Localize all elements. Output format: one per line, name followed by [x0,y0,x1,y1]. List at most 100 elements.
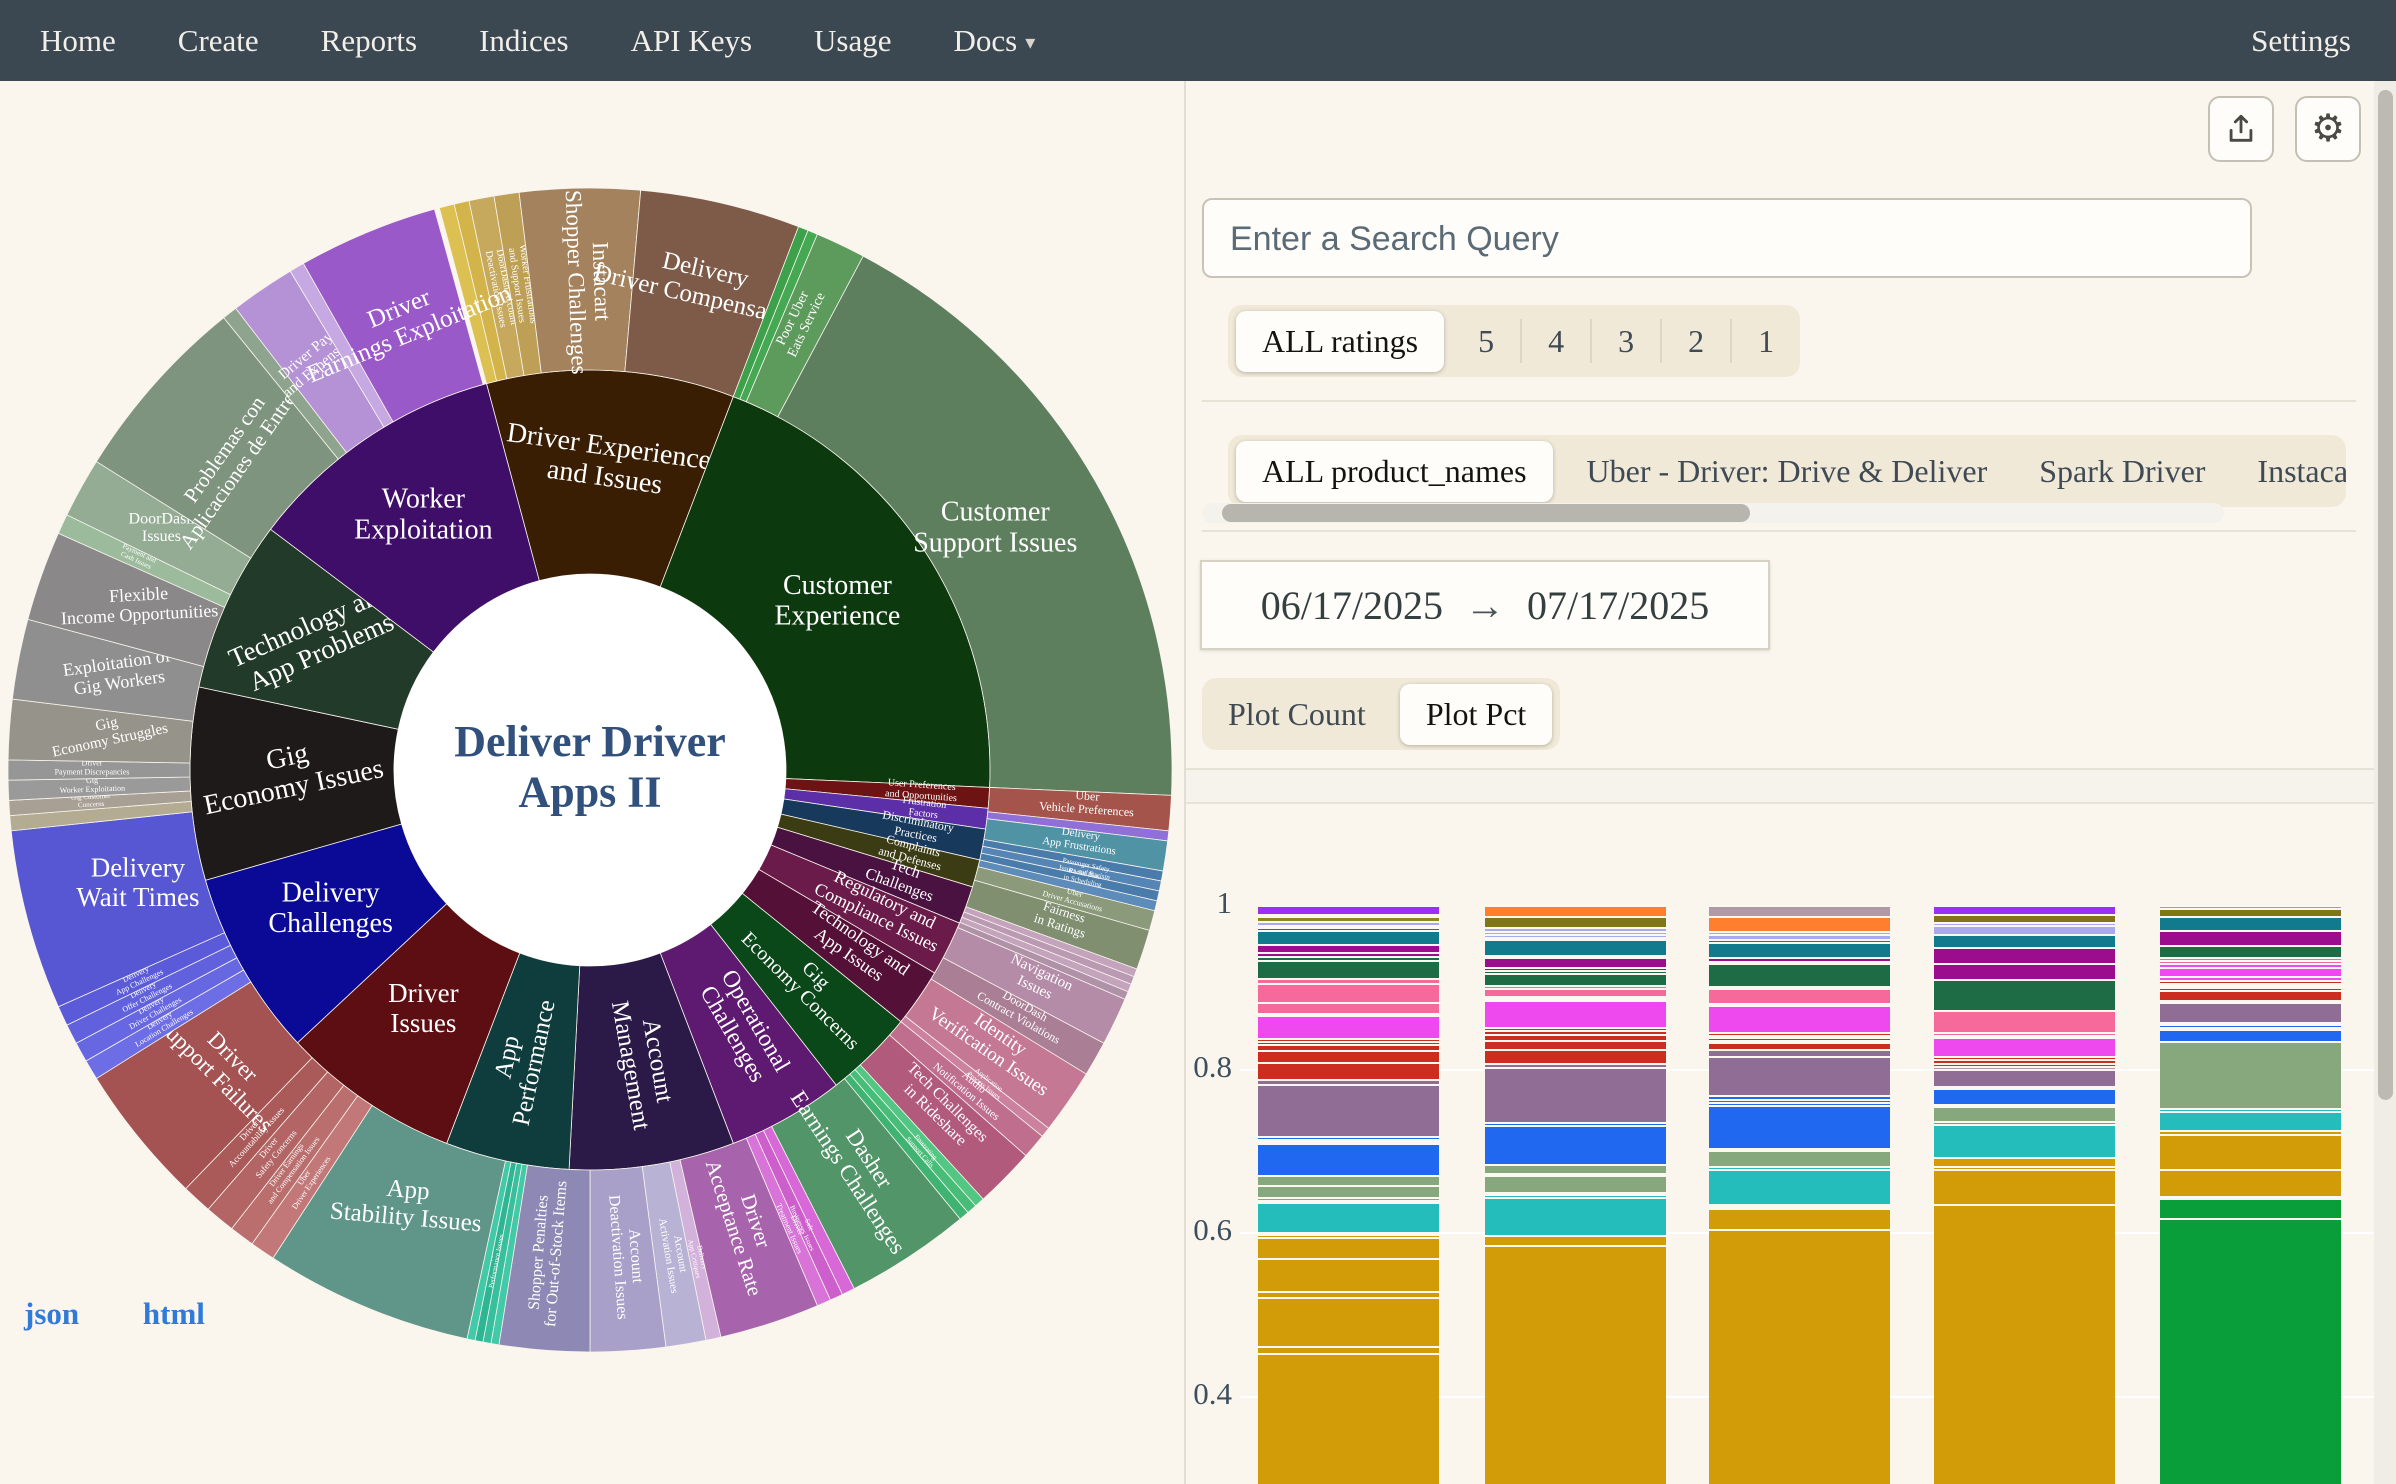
share-button[interactable] [2208,96,2274,162]
bar-segment[interactable] [1934,963,2115,979]
bar-segment[interactable] [1709,1056,1890,1095]
bar-segment[interactable] [1485,1000,1666,1027]
bar-segment[interactable] [2160,1218,2341,1484]
bar-segment[interactable] [1709,942,1890,958]
bar-segment[interactable] [1258,1143,1439,1174]
nav-reports[interactable]: Reports [321,23,417,59]
bar-1[interactable] [1258,905,1439,1484]
bar-segment[interactable] [1258,1062,1439,1079]
bar-segment[interactable] [2160,1198,2341,1218]
ratings-option-2[interactable]: 2 [1662,313,1730,370]
bar-segment[interactable] [1485,905,1666,916]
ratings-option-5[interactable]: 5 [1452,313,1520,370]
page-scrollbar-thumb[interactable] [2378,90,2393,1100]
bar-segment[interactable] [1934,1157,2115,1167]
bar-segment[interactable] [1934,1169,2115,1204]
bar-segment[interactable] [1258,1353,1439,1484]
plot-count-option[interactable]: Plot Count [1202,686,1392,743]
bar-segment[interactable] [1485,1164,1666,1173]
ratings-all-option[interactable]: ALL ratings [1236,311,1444,372]
bar-segment[interactable] [1485,1175,1666,1191]
product-option-spark[interactable]: Spark Driver [2013,443,2231,500]
bar-segment[interactable] [1709,963,1890,986]
nav-create[interactable]: Create [178,23,259,59]
bar-segment[interactable] [2160,1029,2341,1041]
bar-segment[interactable] [2160,930,2341,946]
bar-segment[interactable] [1258,1002,1439,1013]
bar-segment[interactable] [1934,1204,2115,1484]
date-end[interactable]: 07/17/2025 [1527,582,1709,629]
ratings-option-3[interactable]: 3 [1592,313,1660,370]
bar-segment[interactable] [1485,1040,1666,1050]
date-start[interactable]: 06/17/2025 [1261,582,1443,629]
bar-segment[interactable] [1485,1197,1666,1235]
search-input[interactable] [1204,200,2226,278]
bar-segment[interactable] [1485,988,1666,995]
bar-segment[interactable] [2160,1041,2341,1108]
stacked-bar-chart[interactable]: 10.80.60.4 [1186,815,2374,1484]
ratings-option-4[interactable]: 4 [1522,313,1590,370]
bar-segment[interactable] [1258,1175,1439,1186]
nav-home[interactable]: Home [40,23,116,59]
bar-segment[interactable] [1485,1235,1666,1245]
bar-segment[interactable] [1709,1150,1890,1166]
bar-segment[interactable] [1934,934,2115,946]
bar-segment[interactable] [1709,988,1890,1003]
json-link[interactable]: json [24,1296,79,1331]
bar-segment[interactable] [1934,1106,2115,1122]
bar-segment[interactable] [1258,1050,1439,1061]
bar-segment[interactable] [1485,1125,1666,1164]
bar-segment[interactable] [1934,979,2115,1010]
bar-3[interactable] [1709,905,1890,1484]
bar-segment[interactable] [1258,960,1439,978]
bar-segment[interactable] [1709,905,1890,916]
bar-segment[interactable] [1258,1258,1439,1291]
bar-segment[interactable] [2160,1169,2341,1196]
product-option-instacart[interactable]: Instacart: Shop to earn money [2231,443,2346,500]
bar-segment[interactable] [1709,1005,1890,1032]
bar-segment[interactable] [2160,1111,2341,1131]
bar-segment[interactable] [2160,1134,2341,1169]
bar-segment[interactable] [1258,1084,1439,1136]
bar-segment[interactable] [1485,939,1666,955]
nav-settings[interactable]: Settings [2251,23,2351,59]
bar-segment[interactable] [1485,957,1666,967]
ratings-option-1[interactable]: 1 [1732,313,1800,370]
products-scrollbar-thumb[interactable] [1222,504,1750,522]
bar-segment[interactable] [1709,1229,1890,1484]
bar-segment[interactable] [1934,947,2115,963]
bar-2[interactable] [1485,905,1666,1484]
html-link[interactable]: html [143,1296,205,1331]
bar-segment[interactable] [1258,1297,1439,1346]
bar-segment[interactable] [1485,1067,1666,1123]
bar-segment[interactable] [1709,916,1890,932]
bar-segment[interactable] [1709,1105,1890,1148]
bar-segment[interactable] [2160,945,2341,957]
bar-segment[interactable] [1258,1237,1439,1258]
bar-segment[interactable] [1934,905,2115,914]
bar-segment[interactable] [1934,1088,2115,1104]
bar-segment[interactable] [1258,1185,1439,1196]
bar-segment[interactable] [1258,930,1439,944]
bar-segment[interactable] [2160,990,2341,1000]
bar-segment[interactable] [2160,916,2341,930]
bar-segment[interactable] [1934,1037,2115,1056]
bar-segment[interactable] [1934,1010,2115,1033]
bar-segment[interactable] [1258,944,1439,951]
bar-segment[interactable] [2160,967,2341,976]
bar-segment[interactable] [1258,1015,1439,1038]
bar-segment[interactable] [1709,1049,1890,1056]
bar-segment[interactable] [1934,914,2115,922]
products-all-option[interactable]: ALL product_names [1236,441,1553,502]
products-scrollbar-track[interactable] [1202,503,2224,523]
bar-segment[interactable] [2160,1002,2341,1022]
bar-segment[interactable] [1934,1069,2115,1085]
bar-segment[interactable] [2160,908,2341,915]
bar-segment[interactable] [1258,1202,1439,1231]
bar-segment[interactable] [1485,1245,1666,1484]
sunburst-chart[interactable]: Driver Experienceand IssuesCustomerExper… [0,0,1185,1484]
bar-segment[interactable] [1934,1124,2115,1157]
bar-5[interactable] [2160,905,2341,1484]
settings-button[interactable]: ⚙ [2295,96,2361,162]
bar-4[interactable] [1934,905,2115,1484]
